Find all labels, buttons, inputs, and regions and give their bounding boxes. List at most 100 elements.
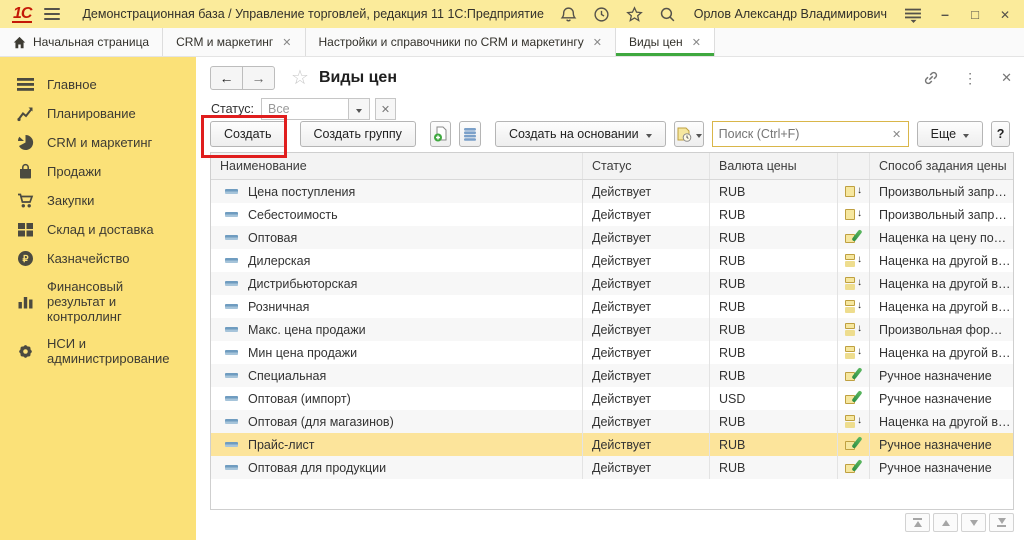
forward-button[interactable] <box>242 67 274 89</box>
tab-home[interactable]: Начальная страница <box>0 28 163 56</box>
status-filter-input[interactable]: Все <box>261 98 349 120</box>
table-row[interactable]: Оптовая (импорт) Действует USD Ручное на… <box>211 387 1013 410</box>
back-button[interactable] <box>211 67 242 89</box>
cell-method: Произвольный запр… <box>870 180 1013 203</box>
cell-status: Действует <box>583 318 710 341</box>
cell-method-icon <box>838 341 870 364</box>
sidebar-item-administration[interactable]: НСИ и администрирование <box>0 330 196 372</box>
close-tab-icon[interactable] <box>282 36 291 49</box>
scroll-up-button[interactable] <box>933 513 958 532</box>
close-tab-icon[interactable] <box>692 36 701 49</box>
table-row[interactable]: Розничная Действует RUB Наценка на друго… <box>211 295 1013 318</box>
add-to-favorites-star-icon[interactable] <box>291 68 309 88</box>
pie-chart-icon <box>17 134 34 151</box>
table-row-selected[interactable]: Прайс-лист Действует RUB Ручное назначен… <box>211 433 1013 456</box>
scroll-to-top-button[interactable] <box>905 513 930 532</box>
minimize-button[interactable] <box>938 0 952 28</box>
window-title: Демонстрационная база / Управление торго… <box>82 7 544 21</box>
table-row[interactable]: Себестоимость Действует RUB Произвольный… <box>211 203 1013 226</box>
cell-method: Ручное назначение <box>870 433 1013 456</box>
scroll-down-button[interactable] <box>961 513 986 532</box>
help-button[interactable]: ? <box>991 121 1010 147</box>
sidebar-item-sales[interactable]: Продажи <box>0 157 196 186</box>
tab-price-kinds[interactable]: Виды цен <box>616 28 715 56</box>
cell-currency: RUB <box>710 226 838 249</box>
more-button[interactable]: Еще <box>917 121 983 147</box>
tab-crm-marketing[interactable]: CRM и маркетинг <box>163 28 305 56</box>
cell-currency: RUB <box>710 249 838 272</box>
table-header[interactable]: Наименование Статус Валюта цены Способ з… <box>211 153 1013 180</box>
close-window-button[interactable] <box>998 0 1012 29</box>
column-header-name[interactable]: Наименование <box>211 153 583 179</box>
cell-method-icon <box>838 410 870 433</box>
cell-status: Действует <box>583 295 710 318</box>
cell-method-icon <box>838 364 870 387</box>
cell-name: Оптовая (для магазинов) <box>211 410 583 433</box>
shopping-cart-icon <box>17 192 34 209</box>
item-marker-icon <box>225 419 238 424</box>
cell-method: Ручное назначение <box>870 364 1013 387</box>
table-row[interactable]: Специальная Действует RUB Ручное назначе… <box>211 364 1013 387</box>
main-menu-icon[interactable] <box>44 8 60 20</box>
sidebar-item-treasury[interactable]: ₽ Казначейство <box>0 244 196 273</box>
table-row[interactable]: Оптовая (для магазинов) Действует RUB На… <box>211 410 1013 433</box>
cell-name: Себестоимость <box>211 203 583 226</box>
column-header-currency[interactable]: Валюта цены <box>710 153 838 179</box>
more-actions-icon[interactable] <box>963 70 977 87</box>
cell-name: Прайс-лист <box>211 433 583 456</box>
notifications-bell-icon[interactable] <box>560 6 577 23</box>
sidebar-item-crm-marketing[interactable]: CRM и маркетинг <box>0 128 196 157</box>
price-method-icon <box>845 414 862 429</box>
table-row[interactable]: Мин цена продажи Действует RUB Наценка н… <box>211 341 1013 364</box>
search-icon[interactable] <box>659 6 676 23</box>
sidebar-item-main[interactable]: Главное <box>0 70 196 99</box>
price-kinds-table: Наименование Статус Валюта цены Способ з… <box>210 152 1014 510</box>
column-header-method[interactable]: Способ задания цены <box>870 153 1013 179</box>
get-link-icon[interactable] <box>923 70 939 86</box>
copy-item-button[interactable] <box>430 121 452 147</box>
sidebar-item-label: Склад и доставка <box>47 222 154 237</box>
tab-crm-settings[interactable]: Настройки и справочники по CRM и маркети… <box>306 28 616 56</box>
table-row[interactable]: Дистрибьюторская Действует RUB Наценка н… <box>211 272 1013 295</box>
sidebar-item-finance[interactable]: Финансовый результат и контроллинг <box>0 273 196 330</box>
cell-currency: RUB <box>710 433 838 456</box>
list-view-button[interactable] <box>459 121 481 147</box>
column-header-icon[interactable] <box>838 153 870 179</box>
favorites-star-icon[interactable] <box>626 6 643 23</box>
table-row[interactable]: Дилерская Действует RUB Наценка на друго… <box>211 249 1013 272</box>
close-form-icon[interactable] <box>1001 70 1012 86</box>
service-menu-icon[interactable] <box>905 6 922 23</box>
create-group-button[interactable]: Создать группу <box>300 121 416 147</box>
history-icon[interactable] <box>593 6 610 23</box>
create-button[interactable]: Создать <box>210 121 286 147</box>
sidebar-item-label: НСИ и администрирование <box>47 336 188 366</box>
tab-label: CRM и маркетинг <box>176 35 273 49</box>
sidebar-item-planning[interactable]: Планирование <box>0 99 196 128</box>
cell-currency: RUB <box>710 364 838 387</box>
sidebar-item-warehouse[interactable]: Склад и доставка <box>0 215 196 244</box>
cell-method-icon <box>838 456 870 479</box>
item-marker-icon <box>225 235 238 240</box>
reports-button[interactable] <box>674 121 704 147</box>
maximize-button[interactable] <box>968 0 982 29</box>
price-method-icon <box>845 437 862 452</box>
create-based-on-button[interactable]: Создать на основании <box>495 121 666 147</box>
table-row[interactable]: Макс. цена продажи Действует RUB Произво… <box>211 318 1013 341</box>
item-marker-icon <box>225 304 238 309</box>
sidebar-item-purchases[interactable]: Закупки <box>0 186 196 215</box>
clear-search-icon[interactable] <box>886 128 908 141</box>
cell-method: Ручное назначение <box>870 387 1013 410</box>
status-filter-label: Статус: <box>211 102 254 116</box>
status-dropdown-button[interactable] <box>349 98 370 120</box>
cell-method-icon <box>838 433 870 456</box>
scroll-to-bottom-button[interactable] <box>989 513 1014 532</box>
sidebar-item-label: Продажи <box>47 164 101 179</box>
status-clear-button[interactable] <box>375 98 396 120</box>
column-header-status[interactable]: Статус <box>583 153 710 179</box>
table-row[interactable]: Оптовая для продукции Действует RUB Ручн… <box>211 456 1013 479</box>
table-row[interactable]: Оптовая Действует RUB Наценка на цену по… <box>211 226 1013 249</box>
search-input[interactable] <box>713 127 886 141</box>
cell-name: Макс. цена продажи <box>211 318 583 341</box>
close-tab-icon[interactable] <box>593 36 602 49</box>
table-row[interactable]: Цена поступления Действует RUB Произволь… <box>211 180 1013 203</box>
